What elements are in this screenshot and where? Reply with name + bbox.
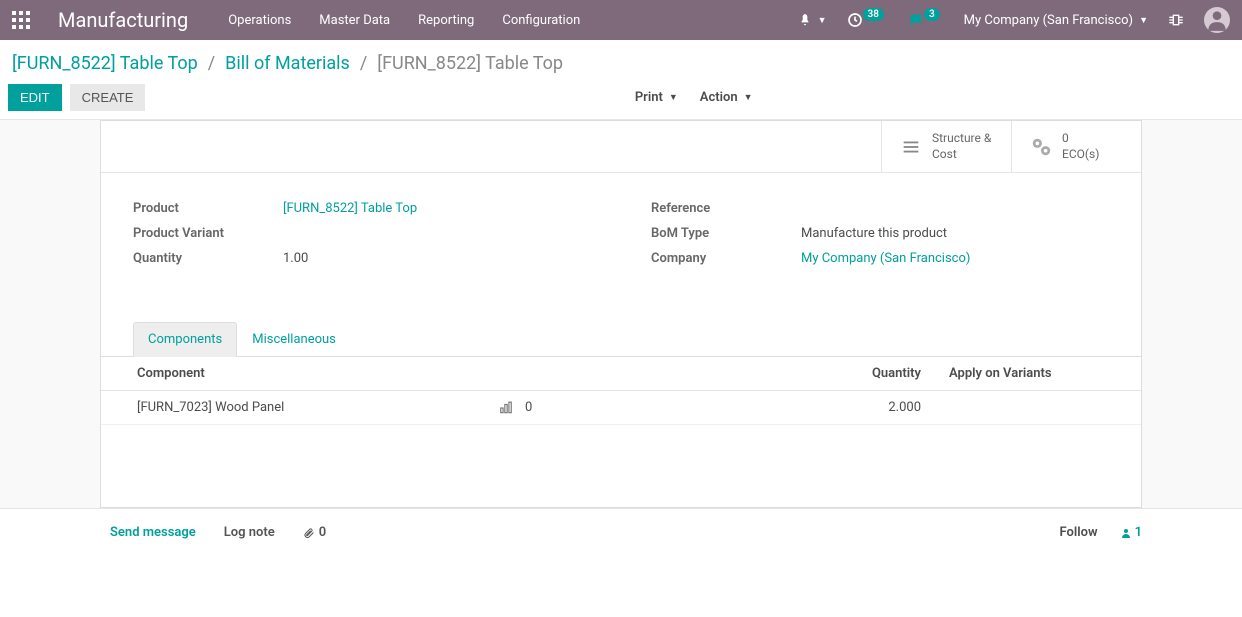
create-button[interactable]: CREATE xyxy=(70,84,146,111)
stat-buttons: Structure & Cost 0 ECO(s) xyxy=(101,121,1141,173)
user-icon xyxy=(1120,527,1132,539)
chat-badge: 3 xyxy=(924,8,940,21)
breadcrumb-sep: / xyxy=(360,53,367,74)
form-body: Product [FURN_8522] Table Top Product Va… xyxy=(101,173,1141,296)
breadcrumb-link-0[interactable]: [FURN_8522] Table Top xyxy=(12,53,198,74)
reference-value xyxy=(801,201,1109,216)
company-switcher[interactable]: My Company (San Francisco) ▼ xyxy=(964,13,1148,28)
print-dropdown[interactable]: Print ▼ xyxy=(635,90,678,105)
th-variants: Apply on Variants xyxy=(941,357,1141,391)
tabs: Components Miscellaneous xyxy=(101,322,1141,357)
follow-button[interactable]: Follow xyxy=(1059,525,1097,540)
action-dropdown[interactable]: Action ▼ xyxy=(700,90,753,105)
cell-forecast: 0 xyxy=(525,400,532,415)
th-mid xyxy=(491,357,821,391)
app-title[interactable]: Manufacturing xyxy=(58,8,188,32)
cell-variants xyxy=(941,391,1141,425)
tab-miscellaneous[interactable]: Miscellaneous xyxy=(237,322,351,357)
cell-qty: 2.000 xyxy=(821,391,941,425)
tab-content: Component Quantity Apply on Variants [FU… xyxy=(101,357,1141,507)
breadcrumb-current: [FURN_8522] Table Top xyxy=(377,53,563,74)
reference-label: Reference xyxy=(651,201,801,216)
product-label: Product xyxy=(133,201,283,216)
gears-icon xyxy=(1030,136,1052,158)
quantity-value: 1.00 xyxy=(283,251,591,266)
cell-component: [FURN_7023] Wood Panel xyxy=(101,391,491,425)
avatar[interactable] xyxy=(1204,7,1230,33)
eco-button[interactable]: 0 ECO(s) xyxy=(1011,121,1141,172)
breadcrumb-sep: / xyxy=(208,53,215,74)
caret-down-icon: ▼ xyxy=(744,92,753,103)
company-link[interactable]: My Company (San Francisco) xyxy=(801,251,970,266)
activity-badge: 38 xyxy=(863,8,884,21)
activity-icon[interactable]: 38 xyxy=(847,12,888,28)
send-message-button[interactable]: Send message xyxy=(110,525,196,540)
notifications-icon[interactable]: ▼ xyxy=(798,13,827,27)
eco-count: 0 xyxy=(1062,131,1099,147)
attach-count: 0 xyxy=(319,525,326,540)
form-col-left: Product [FURN_8522] Table Top Product Va… xyxy=(133,201,591,276)
quantity-label: Quantity xyxy=(133,251,283,266)
table-row[interactable]: [FURN_7023] Wood Panel 0 2.000 xyxy=(101,391,1141,425)
bomtype-label: BoM Type xyxy=(651,226,801,241)
variant-value xyxy=(283,226,591,241)
edit-button[interactable]: EDIT xyxy=(8,84,62,111)
menu-configuration[interactable]: Configuration xyxy=(502,13,580,28)
attachments-button[interactable]: 0 xyxy=(303,525,326,540)
tab-components[interactable]: Components xyxy=(133,322,237,357)
breadcrumb: [FURN_8522] Table Top / Bill of Material… xyxy=(0,40,1242,80)
structure-line2: Cost xyxy=(932,147,991,163)
th-quantity: Quantity xyxy=(821,357,941,391)
log-note-button[interactable]: Log note xyxy=(224,525,275,540)
menu-operations[interactable]: Operations xyxy=(228,13,291,28)
chatter: Send message Log note 0 Follow 1 xyxy=(0,508,1242,556)
bomtype-value: Manufacture this product xyxy=(801,226,1109,241)
structure-cost-button[interactable]: Structure & Cost xyxy=(881,121,1011,172)
paperclip-icon xyxy=(303,527,315,539)
nav-right: ▼ 38 3 My Company (San Francisco) ▼ xyxy=(798,7,1230,33)
follower-count[interactable]: 1 xyxy=(1120,525,1142,540)
breadcrumb-link-1[interactable]: Bill of Materials xyxy=(225,53,350,74)
forecast-icon[interactable] xyxy=(499,401,513,415)
form-sheet: Structure & Cost 0 ECO(s) Product xyxy=(100,120,1142,508)
content-wrap: Structure & Cost 0 ECO(s) Product xyxy=(0,120,1242,508)
caret-down-icon: ▼ xyxy=(669,92,678,103)
chat-icon[interactable]: 3 xyxy=(908,12,944,28)
th-component: Component xyxy=(101,357,491,391)
apps-icon[interactable] xyxy=(12,11,30,29)
debug-icon[interactable] xyxy=(1168,12,1184,28)
eco-label: ECO(s) xyxy=(1062,147,1099,163)
list-icon xyxy=(900,136,922,158)
variant-label: Product Variant xyxy=(133,226,283,241)
product-link[interactable]: [FURN_8522] Table Top xyxy=(283,201,417,216)
structure-line1: Structure & xyxy=(932,131,991,147)
menu-reporting[interactable]: Reporting xyxy=(418,13,474,28)
control-bar: EDIT CREATE Print ▼ Action ▼ xyxy=(0,80,1242,120)
menu-master-data[interactable]: Master Data xyxy=(319,13,390,28)
company-name: My Company (San Francisco) xyxy=(964,13,1133,28)
nav-menu: Operations Master Data Reporting Configu… xyxy=(228,13,797,28)
top-navbar: Manufacturing Operations Master Data Rep… xyxy=(0,0,1242,40)
company-label: Company xyxy=(651,251,801,266)
components-table: Component Quantity Apply on Variants [FU… xyxy=(101,357,1141,425)
form-col-right: Reference BoM Type Manufacture this prod… xyxy=(651,201,1109,276)
